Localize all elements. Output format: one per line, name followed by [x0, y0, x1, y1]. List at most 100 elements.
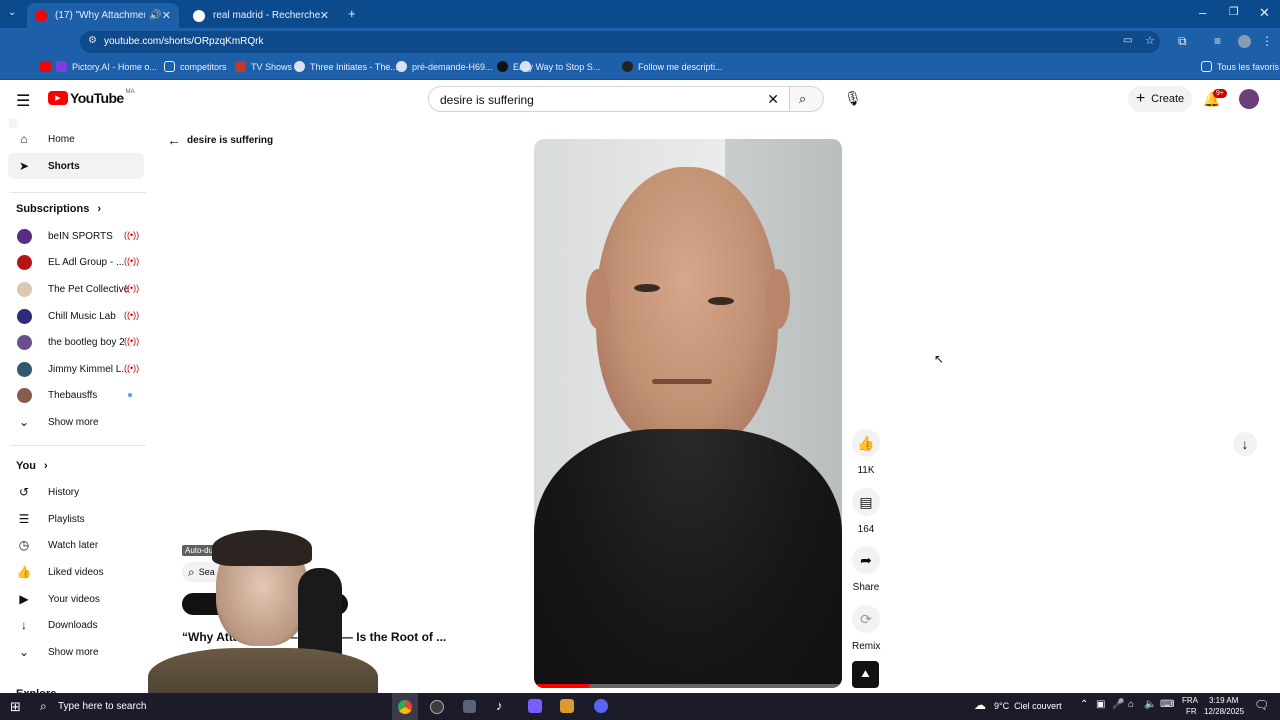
sidebar-item-liked-videos[interactable]: 👍 Liked videos — [16, 561, 104, 583]
tray-chevron-up-icon[interactable]: ⌃ — [1080, 699, 1088, 710]
sidebar-item-playlists[interactable]: ☰ Playlists — [16, 508, 85, 530]
search-button[interactable]: ⌕ — [790, 86, 824, 112]
like-button[interactable]: 👍 11K — [852, 429, 880, 476]
minimize-icon[interactable]: – — [1199, 5, 1206, 20]
next-video-icon[interactable]: ↓ — [1233, 432, 1257, 456]
browser-tab-youtube[interactable]: (17) "Why Attachment — N 🔊 ✕ — [27, 3, 179, 28]
bookmark-pre-demande[interactable]: pré-demande-H69... — [396, 61, 493, 72]
shorts-icon: ➤ — [18, 159, 30, 173]
comments-button[interactable]: ▤ 164 — [852, 488, 880, 535]
bookmark-easy-way-label[interactable] — [520, 61, 536, 72]
close-tab-icon[interactable]: ✕ — [320, 9, 329, 22]
sidebar-you-header[interactable]: You › — [16, 455, 48, 477]
bookmark-pictory[interactable]: Pictory.AI - Home o... — [40, 61, 157, 72]
davinci-taskbar-icon[interactable] — [463, 700, 476, 713]
channel-thumbnail[interactable]: ⛰ — [852, 661, 879, 688]
back-to-search[interactable]: ← desire is suffering — [167, 132, 273, 148]
input-language-sub[interactable]: FR — [1186, 707, 1197, 716]
remix-icon: ⟳ — [852, 605, 880, 633]
speaker-icon[interactable]: 🔊 — [149, 10, 161, 21]
weather-text[interactable]: 9°C Ciel couvert — [994, 701, 1062, 711]
bookmark-all-favorites[interactable]: Tous les favoris — [1201, 61, 1279, 72]
voice-search-icon[interactable]: 🎙 — [844, 90, 862, 107]
sidebar-item-downloads[interactable]: ↓ Downloads — [16, 614, 97, 636]
sidebar-channel[interactable]: the bootleg boy 2 — [16, 331, 125, 353]
hamburger-menu-icon[interactable]: ☰ — [16, 91, 30, 111]
share-label: Share — [852, 582, 880, 593]
webcam-overlay — [148, 528, 388, 720]
youtube-icon — [40, 61, 51, 72]
logo-text: YouTube — [70, 90, 124, 106]
menu-icon[interactable]: ⋮ — [1261, 34, 1273, 48]
sidebar-channel[interactable]: Thebausffs — [16, 384, 97, 406]
sidebar-subscriptions-header[interactable]: Subscriptions › — [16, 198, 101, 220]
new-tab-icon[interactable]: + — [348, 6, 356, 21]
sidebar-item-home[interactable]: ⌂ Home — [16, 128, 74, 150]
site-info-icon[interactable]: ⚙ — [88, 35, 97, 46]
youtube-logo[interactable]: ▶ YouTube MA — [48, 89, 135, 106]
video-subject-eye — [634, 284, 660, 292]
close-tab-icon[interactable]: ✕ — [162, 9, 171, 22]
video-progress-bar[interactable] — [534, 684, 842, 688]
app-taskbar-icon[interactable] — [594, 699, 608, 713]
sidebar-channel[interactable]: Jimmy Kimmel L... — [16, 358, 130, 380]
sidebar-item-history[interactable]: ↺ History — [16, 481, 79, 503]
sidebar-show-more[interactable]: ⌄ Show more — [16, 411, 99, 433]
address-bar[interactable]: ⚙ youtube.com/shorts/ORpzqKmRQrk ▭ ☆ — [80, 31, 1160, 53]
bookmark-competitors[interactable]: competitors — [164, 61, 227, 72]
close-window-icon[interactable]: ✕ — [1259, 5, 1270, 21]
youtube-favicon-icon — [35, 9, 47, 22]
taskbar-search-input[interactable]: Type here to search — [58, 701, 146, 712]
short-video-player[interactable] — [534, 139, 842, 688]
search-input[interactable]: desire is suffering ✕ — [428, 86, 790, 112]
input-language[interactable]: FRA — [1182, 696, 1198, 705]
bookmark-star-icon[interactable]: ☆ — [1145, 34, 1155, 47]
tray-network-icon[interactable]: ▣ — [1096, 699, 1105, 710]
windows-start-icon[interactable]: ⊞ — [10, 699, 21, 715]
profile-avatar[interactable] — [1238, 35, 1251, 48]
tab-search-icon[interactable]: ⌄ — [8, 7, 16, 18]
bookmark-follow-me[interactable]: Follow me descripti... — [622, 61, 723, 72]
media-icon[interactable]: ≡ — [1214, 34, 1221, 48]
video-subject-eye — [708, 297, 734, 305]
bookmark-tv-shows[interactable]: TV Shows — [235, 61, 292, 72]
folder-icon — [164, 61, 175, 72]
maximize-icon[interactable]: ❐ — [1229, 5, 1239, 18]
tray-wifi-icon[interactable]: ⌂ — [1128, 699, 1134, 710]
video-progress-fill — [534, 684, 590, 688]
install-icon[interactable]: ▭ — [1123, 35, 1132, 46]
account-avatar[interactable] — [1239, 89, 1259, 109]
search-icon: ⌕ — [799, 91, 807, 106]
share-button[interactable]: ➦ Share — [852, 546, 880, 593]
sidebar-channel[interactable]: beIN SPORTS — [16, 225, 113, 247]
clock-date[interactable]: 12/28/2025 — [1204, 707, 1244, 716]
sidebar-channel[interactable]: Chill Music Lab — [16, 305, 116, 327]
sidebar-show-more[interactable]: ⌄ Show more — [16, 641, 99, 663]
tray-keyboard-icon[interactable]: ⌨ — [1160, 699, 1174, 710]
app-taskbar-icon[interactable] — [528, 699, 542, 713]
sidebar-channel[interactable]: EL Adl Group - ... — [16, 251, 124, 273]
notification-center-icon[interactable]: 🗨 — [1254, 698, 1269, 712]
remix-button[interactable]: ⟳ Remix — [852, 605, 880, 652]
create-label: Create — [1151, 93, 1185, 105]
sidebar-item-shorts[interactable]: ➤ Shorts — [16, 155, 80, 177]
bookmark-three-initiates[interactable]: Three Initiates - The... — [294, 61, 398, 72]
tray-volume-icon[interactable]: 🔈 — [1144, 699, 1156, 710]
browser-tab-google[interactable]: real madrid - Recherche Googl ✕ — [185, 3, 337, 28]
obs-taskbar-icon[interactable] — [430, 700, 444, 714]
sidebar-item-watch-later[interactable]: ◷ Watch later — [16, 534, 98, 556]
app-taskbar-icon[interactable] — [560, 699, 574, 713]
clock-time[interactable]: 3:19 AM — [1209, 696, 1238, 705]
chrome-taskbar-icon[interactable] — [392, 693, 418, 720]
history-icon: ↺ — [18, 485, 30, 499]
sidebar-item-your-videos[interactable]: ▶ Your videos — [16, 588, 100, 610]
channel-avatar — [16, 281, 32, 297]
create-button[interactable]: + Create — [1128, 86, 1192, 112]
sidebar-channel[interactable]: The Pet Collective — [16, 278, 129, 300]
notification-badge: 9+ — [1213, 89, 1227, 98]
clear-search-icon[interactable]: ✕ — [767, 91, 779, 108]
tiktok-taskbar-icon[interactable]: ♪ — [496, 698, 503, 713]
bookmark-easy-way[interactable]: Easy Way to Stop S... — [497, 61, 600, 72]
tray-mic-icon[interactable]: 🎤 — [1112, 699, 1124, 710]
extensions-icon[interactable]: ⧉ — [1178, 34, 1187, 49]
